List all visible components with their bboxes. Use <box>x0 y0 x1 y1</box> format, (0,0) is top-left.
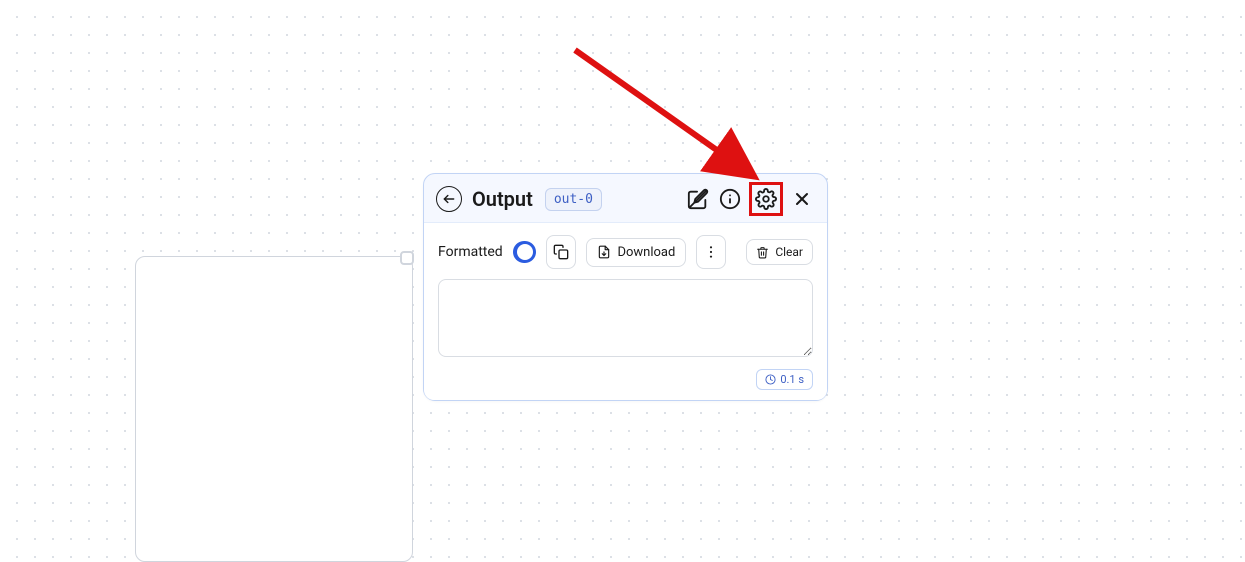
info-button[interactable] <box>717 186 743 212</box>
close-icon <box>792 189 812 209</box>
clear-button[interactable]: Clear <box>746 239 813 265</box>
more-vertical-icon <box>703 244 719 260</box>
back-button[interactable] <box>436 186 462 212</box>
clear-label: Clear <box>775 245 803 259</box>
download-label: Download <box>617 245 675 260</box>
card-header: Output out-0 <box>424 174 827 222</box>
info-icon <box>719 188 741 210</box>
execution-time-badge: 0.1 s <box>756 369 813 390</box>
execution-time-value: 0.1 s <box>780 373 804 386</box>
node-connection-handle[interactable] <box>400 251 414 265</box>
settings-button[interactable] <box>749 182 783 216</box>
download-icon <box>597 245 611 259</box>
adjacent-node-panel[interactable] <box>135 256 413 562</box>
copy-icon <box>553 244 569 260</box>
download-button[interactable]: Download <box>586 238 686 267</box>
output-toolbar: Formatted Download Clear <box>438 235 813 269</box>
card-title: Output <box>472 187 533 211</box>
arrow-left-icon <box>442 192 456 206</box>
close-button[interactable] <box>789 186 815 212</box>
more-button[interactable] <box>696 235 726 269</box>
output-node-card: Output out-0 Formatted <box>423 173 828 401</box>
card-body: Formatted Download Clear 0.1 s <box>424 222 827 400</box>
clock-icon <box>765 374 776 385</box>
copy-button[interactable] <box>546 235 576 269</box>
output-textarea[interactable] <box>438 279 813 357</box>
formatted-toggle[interactable] <box>513 241 537 263</box>
node-id-tag: out-0 <box>545 188 602 211</box>
formatted-label: Formatted <box>438 244 503 260</box>
pencil-off-icon <box>687 188 709 210</box>
gear-icon <box>755 188 777 210</box>
edit-disabled-button[interactable] <box>685 186 711 212</box>
annotation-arrow <box>565 40 775 195</box>
trash-icon <box>756 246 769 259</box>
